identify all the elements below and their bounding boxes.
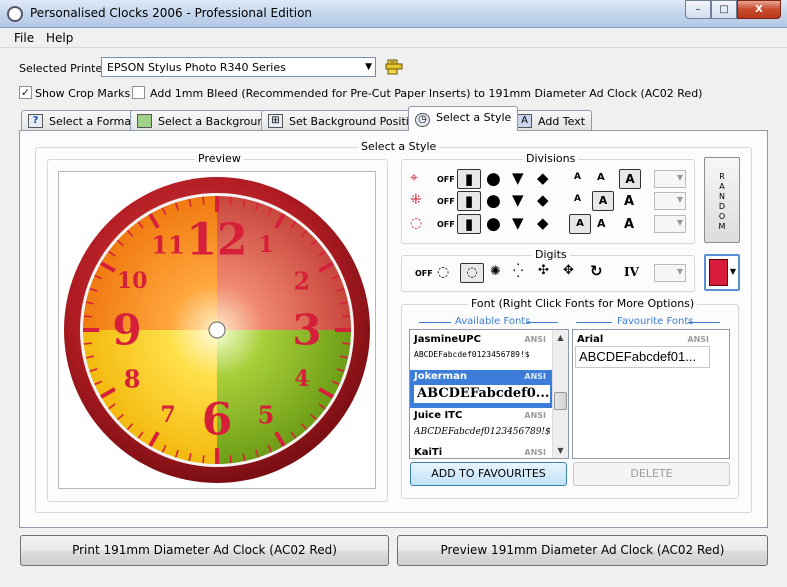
question-icon: ? <box>28 114 43 128</box>
window-title: Personalised Clocks 2006 - Professional … <box>30 6 313 20</box>
menu-bar: File Help <box>0 28 787 48</box>
tab-add-text[interactable]: A Add Text <box>510 110 593 130</box>
maximize-button[interactable]: □ <box>711 0 737 19</box>
style-tab-panel <box>19 130 768 528</box>
clock-icon: ◷ <box>415 113 430 127</box>
preview-button[interactable]: Preview 191mm Diameter Ad Clock (AC02 Re… <box>397 535 768 566</box>
printer-properties-icon[interactable] <box>384 57 404 77</box>
menu-file[interactable]: File <box>14 31 34 45</box>
show-crop-marks-checkbox[interactable]: ✓ <box>19 86 32 99</box>
show-crop-marks-label: Show Crop Marks <box>35 87 131 100</box>
text-icon: A <box>517 114 532 128</box>
selected-printer-label: Selected Printer <box>19 62 107 75</box>
tab-set-background-position[interactable]: ⊞ Set Background Position <box>261 110 430 130</box>
tab-select-background[interactable]: Select a Background <box>130 110 279 130</box>
position-icon: ⊞ <box>268 114 283 128</box>
menu-help[interactable]: Help <box>46 31 73 45</box>
image-icon <box>137 114 152 128</box>
tab-select-format[interactable]: ? Select a Format <box>21 110 143 130</box>
title-bar: Personalised Clocks 2006 - Professional … <box>0 0 787 28</box>
tab-select-style[interactable]: ◷ Select a Style <box>408 106 519 131</box>
print-button[interactable]: Print 191mm Diameter Ad Clock (AC02 Red) <box>20 535 389 566</box>
printer-select-value: EPSON Stylus Photo R340 Series <box>107 61 286 74</box>
app-clock-icon <box>7 6 23 22</box>
printer-select[interactable]: EPSON Stylus Photo R340 Series ▼ <box>101 57 376 77</box>
add-bleed-label: Add 1mm Bleed (Recommended for Pre-Cut P… <box>150 87 703 100</box>
add-bleed-checkbox[interactable] <box>132 86 145 99</box>
close-button[interactable]: X <box>737 0 781 19</box>
chevron-down-icon: ▼ <box>365 62 372 72</box>
minimize-button[interactable]: – <box>685 0 711 19</box>
